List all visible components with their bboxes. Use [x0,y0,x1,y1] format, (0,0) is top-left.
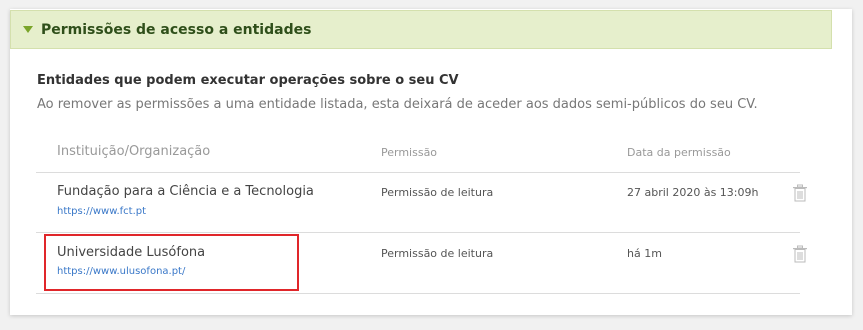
table-divider [36,232,800,233]
row-1-date: 27 abril 2020 às 13:09h [627,186,759,199]
highlight-box [44,234,299,291]
row-2-date: há 1m [627,247,662,260]
content-description: Ao remover as permissões a uma entidade … [37,97,758,112]
trash-icon[interactable] [792,184,808,202]
column-header-date: Data da permissão [627,146,731,159]
column-header-permission: Permissão [381,146,438,159]
row-2-permission: Permissão de leitura [381,247,494,260]
row-1-institution-name: Fundação para a Ciência e a Tecnologia [57,184,314,199]
caret-down-icon[interactable] [23,26,33,33]
table-divider [36,293,800,294]
content-subtitle: Entidades que podem executar operações s… [37,73,459,88]
table-divider [36,172,800,173]
column-header-institution: Instituição/Organização [57,144,211,159]
row-1-institution-link[interactable]: https://www.fct.pt [57,206,146,217]
row-1-permission: Permissão de leitura [381,186,494,199]
section-title: Permissões de acesso a entidades [41,21,312,38]
section-header-permissions[interactable]: Permissões de acesso a entidades [10,10,832,49]
trash-icon[interactable] [792,245,808,263]
